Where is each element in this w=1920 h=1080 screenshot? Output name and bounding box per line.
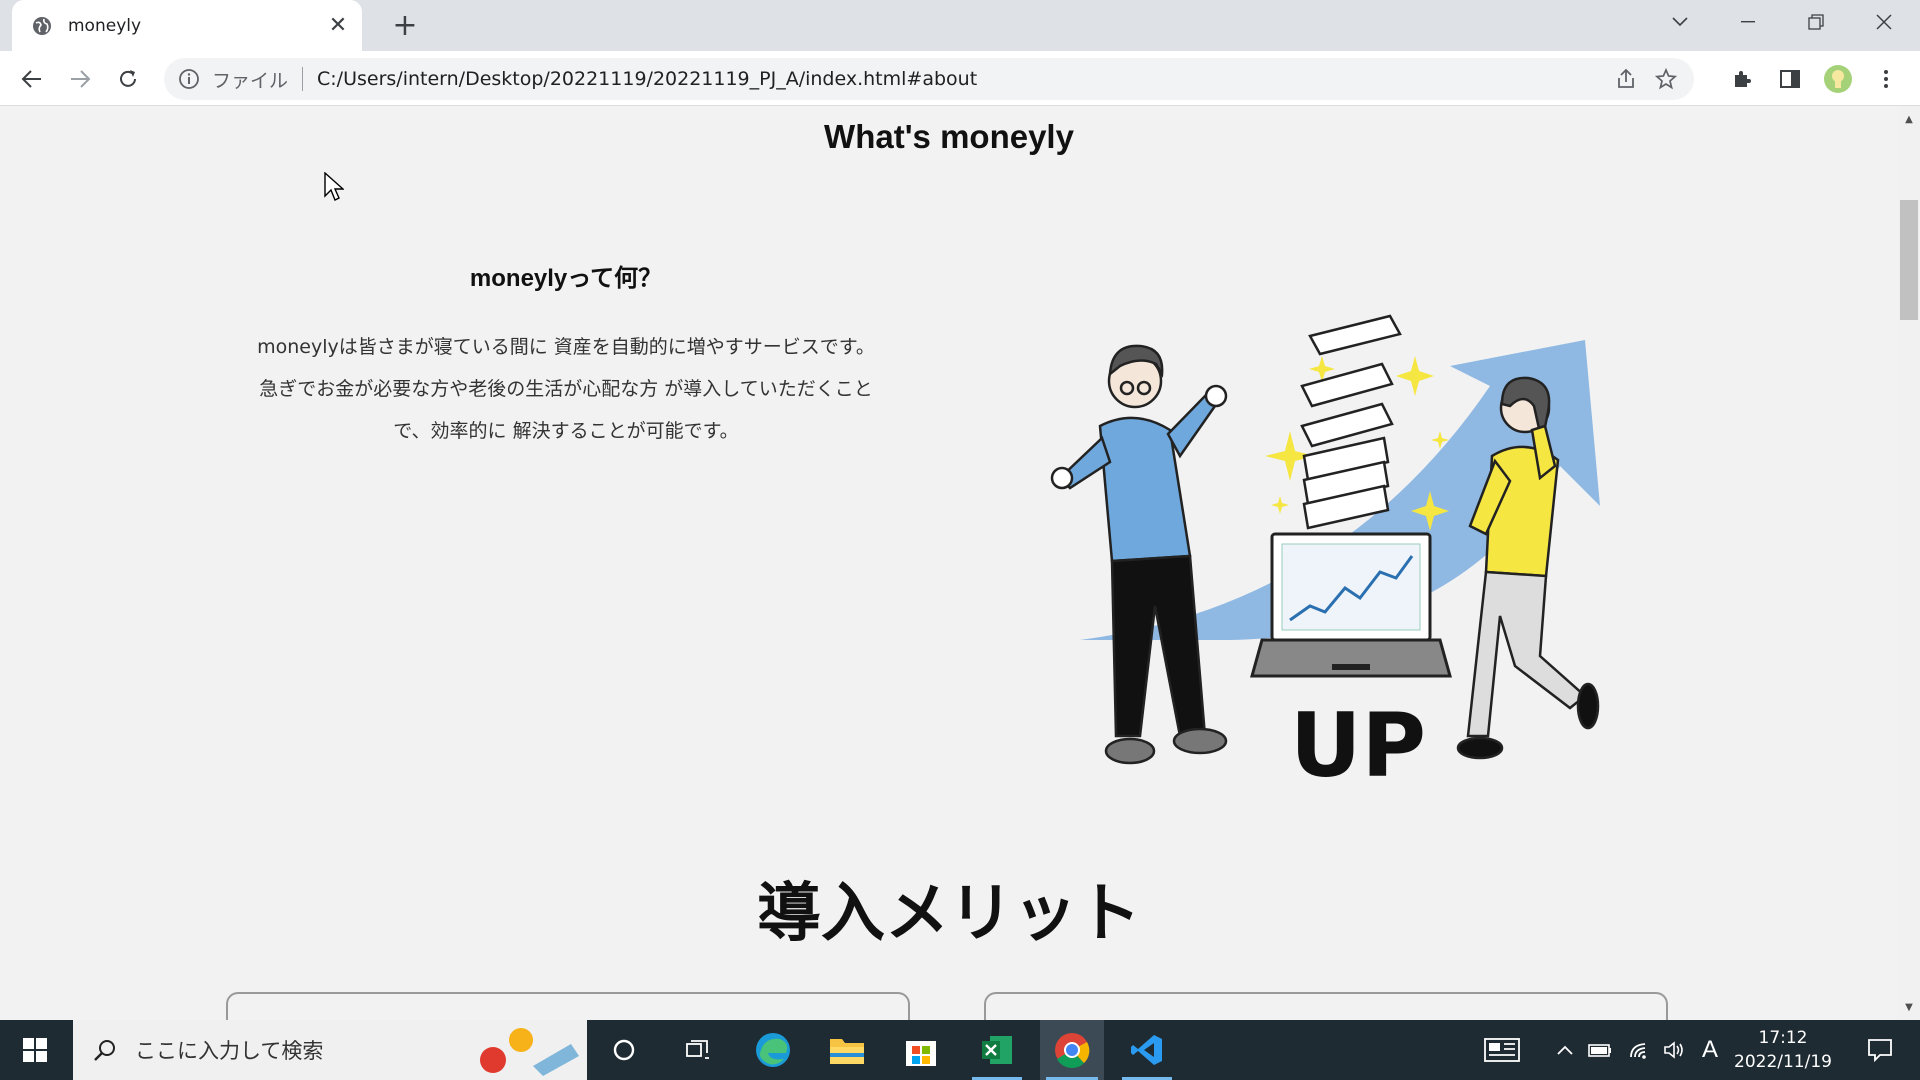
globe-icon (33, 16, 51, 35)
extensions-icon[interactable] (1724, 61, 1760, 97)
merit-section-title: 導入メリット (757, 877, 1141, 951)
arrow-left-icon (21, 70, 41, 88)
ime-indicator[interactable]: A (1696, 1020, 1724, 1080)
bookmark-star-icon[interactable] (1646, 59, 1686, 99)
arrow-right-icon (71, 70, 91, 88)
about-line: moneylyは皆さまが寝ている間に 資産を自動的に増やすサービスです。 (257, 336, 875, 358)
man-figure (1050, 344, 1228, 765)
clock-date: 2022/11/19 (1734, 1052, 1832, 1072)
forward-button[interactable] (62, 61, 98, 97)
tab-search-icon[interactable] (1646, 0, 1714, 44)
page-viewport: What's moneyly moneylyって何？ moneylyは皆さまが寝… (0, 106, 1898, 1020)
file-scheme-label: ファイル (212, 69, 289, 92)
vscode-icon[interactable] (1116, 1020, 1178, 1080)
wifi-icon[interactable] (1624, 1020, 1656, 1080)
tab-title: moneyly (68, 15, 142, 36)
mouse-cursor-icon (324, 172, 344, 201)
restore-button[interactable] (1782, 0, 1850, 44)
notification-center-icon[interactable] (1852, 1020, 1908, 1080)
file-explorer-icon[interactable] (816, 1020, 878, 1080)
show-hidden-icons-chevron-icon[interactable] (1550, 1020, 1580, 1080)
address-bar[interactable]: ファイル C:/Users/intern/Desktop/20221119/20… (164, 58, 1694, 100)
taskbar-clock[interactable]: 17:12 2022/11/19 (1728, 1026, 1838, 1074)
volume-icon[interactable] (1658, 1020, 1690, 1080)
info-icon[interactable] (178, 68, 200, 90)
microsoft-store-icon[interactable] (890, 1020, 952, 1080)
scroll-down-arrow-icon[interactable]: ▼ (1898, 998, 1920, 1016)
close-window-button[interactable] (1850, 0, 1918, 44)
url-text[interactable]: C:/Users/intern/Desktop/20221119/2022111… (317, 68, 1606, 90)
clock-time: 17:12 (1758, 1028, 1808, 1048)
profile-avatar[interactable] (1820, 61, 1856, 97)
windows-logo-icon (23, 1038, 47, 1062)
page-scrollbar-thumb[interactable] (1898, 200, 1920, 320)
edge-browser-icon[interactable] (742, 1020, 804, 1080)
windows-taskbar: ここに入力して検索 A 17:12 2022/11/19 (0, 1020, 1920, 1080)
search-highlight-icon (480, 1028, 579, 1076)
cortana-icon[interactable] (596, 1020, 652, 1080)
about-description: moneylyは皆さまが寝ている間に 資産を自動的に増やすサービスです。 急ぎで… (222, 326, 910, 452)
start-button[interactable] (0, 1020, 70, 1080)
more-menu-icon[interactable] (1868, 61, 1904, 97)
up-label: UP (1290, 694, 1426, 796)
growth-illustration: UP (1050, 314, 1600, 796)
merit-card (226, 992, 910, 1020)
share-icon[interactable] (1606, 59, 1646, 99)
chrome-icon[interactable] (1040, 1020, 1104, 1080)
browser-tab-strip: moneyly ✕ + (0, 0, 1920, 51)
reload-icon (120, 70, 136, 87)
about-line: 急ぎでお金が必要な方や老後の生活が心配な方 が導入していただくこと (259, 378, 873, 400)
battery-icon[interactable] (1584, 1020, 1616, 1080)
laptop-chart-icon (1250, 532, 1452, 678)
search-placeholder: ここに入力して検索 (135, 1039, 324, 1063)
excel-icon[interactable] (966, 1020, 1028, 1080)
money-stack-icon (1300, 314, 1402, 530)
section-title: What's moneyly (824, 118, 1074, 155)
reload-button[interactable] (110, 61, 146, 97)
close-tab-icon[interactable]: ✕ (324, 12, 352, 40)
address-separator (302, 67, 304, 91)
about-heading: moneylyって何？ (469, 265, 663, 292)
about-line: で、効率的に 解決することが可能です。 (393, 420, 739, 442)
task-view-icon[interactable] (670, 1020, 726, 1080)
side-panel-icon[interactable] (1772, 61, 1808, 97)
browser-toolbar: ファイル C:/Users/intern/Desktop/20221119/20… (0, 51, 1920, 106)
minimize-button[interactable] (1714, 0, 1782, 44)
search-icon (94, 1040, 115, 1061)
new-tab-button[interactable]: + (388, 9, 422, 43)
back-button[interactable] (14, 61, 50, 97)
news-widget-icon[interactable] (1480, 1020, 1524, 1080)
browser-tab[interactable]: moneyly ✕ (12, 0, 362, 51)
merit-card (984, 992, 1668, 1020)
scroll-up-arrow-icon[interactable]: ▲ (1898, 110, 1920, 128)
taskbar-search-box[interactable]: ここに入力して検索 (73, 1020, 587, 1080)
